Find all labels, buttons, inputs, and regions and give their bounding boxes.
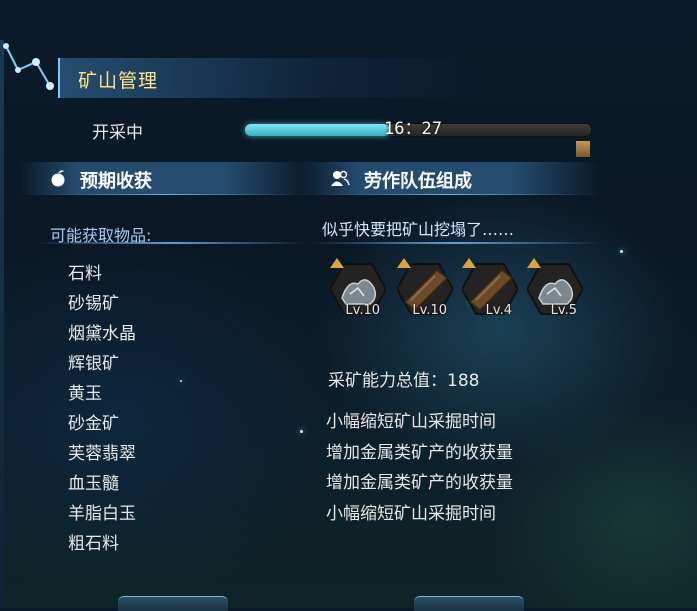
- list-item: 增加金属类矿产的收获量: [326, 442, 513, 463]
- sparkle: [180, 380, 182, 382]
- team-icon: [331, 170, 350, 186]
- worker-slot[interactable]: Lv.4: [462, 258, 518, 320]
- bottom-left-button[interactable]: [118, 596, 228, 611]
- worker-level: Lv.4: [485, 303, 512, 318]
- worker-level: Lv.5: [550, 303, 577, 318]
- worker-slot[interactable]: Lv.10: [330, 258, 386, 320]
- list-item: 羊脂白玉: [68, 504, 136, 524]
- bottom-right-button[interactable]: [414, 596, 524, 611]
- worker-level: Lv.10: [412, 303, 447, 318]
- list-item: 增加金属类矿产的收获量: [326, 473, 513, 493]
- harvest-heading: 预期收获: [80, 171, 152, 192]
- list-item: 粗石料: [68, 534, 119, 554]
- rank-flag-icon: [527, 258, 541, 268]
- harvest-item-list: 石料 砂锡矿 烟黛水晶 辉银矿 黄玉 砂金矿 芙蓉翡翠 血玉髓 羊脂白玉 粗石料: [68, 263, 136, 563]
- progress-end-cap: [576, 141, 590, 157]
- rank-flag-icon: [330, 258, 344, 268]
- list-item: 辉银矿: [68, 354, 119, 374]
- list-item: 石料: [68, 264, 102, 284]
- panel-edge: [0, 40, 4, 608]
- harvest-header-line: [20, 194, 310, 195]
- page-title: 矿山管理: [78, 70, 159, 92]
- worker-slot[interactable]: Lv.10: [397, 258, 453, 320]
- list-item: 小幅缩短矿山采掘时间: [326, 412, 496, 432]
- harvest-icon: [51, 170, 65, 187]
- team-header-line: [300, 194, 600, 195]
- sparkle: [300, 430, 303, 433]
- sparkle: [620, 250, 623, 253]
- rank-flag-icon: [462, 258, 476, 268]
- list-item: 烟黛水晶: [68, 324, 136, 344]
- right-divider: [310, 242, 600, 244]
- mining-progress-fill: [245, 124, 391, 136]
- team-effects-list: 小幅缩短矿山采掘时间 增加金属类矿产的收获量 增加金属类矿产的收获量 小幅缩短矿…: [326, 407, 513, 529]
- rank-flag-icon: [397, 258, 411, 268]
- list-item: 砂锡矿: [68, 294, 119, 314]
- mine-collapse-warning: 似乎快要把矿山挖塌了……: [322, 220, 515, 239]
- list-item: 芙蓉翡翠: [68, 444, 136, 464]
- mining-status: 开采中: [92, 123, 143, 143]
- list-item: 血玉髓: [68, 474, 119, 494]
- mining-timer: 16：27: [384, 119, 442, 139]
- list-item: 砂金矿: [68, 414, 119, 434]
- list-item: 黄玉: [68, 384, 102, 404]
- list-item: 小幅缩短矿山采掘时间: [326, 503, 496, 524]
- mining-power-total: 采矿能力总值：188: [328, 371, 480, 391]
- worker-slot[interactable]: Lv.5: [527, 258, 583, 320]
- worker-level: Lv.10: [345, 303, 380, 318]
- left-divider: [36, 242, 306, 244]
- team-heading: 劳作队伍组成: [364, 171, 472, 192]
